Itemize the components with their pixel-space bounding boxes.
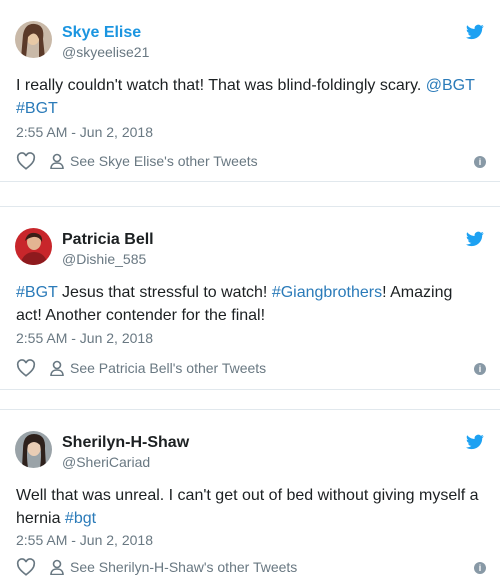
- avatar[interactable]: [15, 228, 52, 265]
- hashtag-link[interactable]: #Giangbrothers: [272, 284, 382, 301]
- tweet-card: Patricia Bell @Dishie_585 #BGT Jesus tha…: [0, 206, 500, 390]
- display-name[interactable]: Sherilyn-H-Shaw: [62, 434, 189, 452]
- tweet-card: Skye Elise @skyeelise21 I really couldn'…: [0, 0, 500, 182]
- see-other-tweets-link[interactable]: See Sherilyn-H-Shaw's other Tweets: [70, 559, 297, 575]
- hashtag-link[interactable]: #BGT: [16, 100, 58, 117]
- heart-icon[interactable]: [16, 152, 36, 170]
- tweet-card: Sherilyn-H-Shaw @SheriCariad Well that w…: [0, 409, 500, 583]
- tweet-text: Well that was unreal. I can't get out of…: [16, 484, 481, 530]
- timestamp-link[interactable]: 2:55 AM - Jun 2, 2018: [16, 124, 153, 140]
- timestamp-link[interactable]: 2:55 AM - Jun 2, 2018: [16, 330, 153, 346]
- timestamp-link[interactable]: 2:55 AM - Jun 2, 2018: [16, 532, 153, 548]
- user-handle[interactable]: @SheriCariad: [62, 454, 150, 470]
- see-other-tweets-link[interactable]: See Skye Elise's other Tweets: [70, 153, 258, 169]
- twitter-bird-icon[interactable]: [466, 434, 484, 450]
- info-icon[interactable]: i: [474, 562, 486, 574]
- heart-icon[interactable]: [16, 359, 36, 377]
- twitter-bird-icon[interactable]: [466, 24, 484, 40]
- info-icon[interactable]: i: [474, 363, 486, 375]
- tweet-feed: Skye Elise @skyeelise21 I really couldn'…: [0, 0, 500, 583]
- info-icon[interactable]: i: [474, 156, 486, 168]
- see-other-tweets-link[interactable]: See Patricia Bell's other Tweets: [70, 360, 266, 376]
- heart-icon[interactable]: [16, 558, 36, 576]
- display-name[interactable]: Patricia Bell: [62, 231, 154, 249]
- text-segment: I really couldn't watch that! That was b…: [16, 77, 426, 94]
- user-handle[interactable]: @Dishie_585: [62, 251, 146, 267]
- text-segment: Jesus that stressful to watch!: [57, 284, 272, 301]
- hashtag-link[interactable]: #bgt: [65, 510, 96, 527]
- tweet-actions: See Skye Elise's other Tweets: [16, 151, 258, 171]
- tweet-actions: See Patricia Bell's other Tweets: [16, 358, 266, 378]
- divider: [0, 390, 500, 409]
- tweet-text: I really couldn't watch that! That was b…: [16, 74, 481, 120]
- twitter-bird-icon[interactable]: [466, 231, 484, 247]
- avatar[interactable]: [15, 431, 52, 468]
- display-name[interactable]: Skye Elise: [62, 24, 141, 42]
- avatar[interactable]: [15, 21, 52, 58]
- user-handle[interactable]: @skyeelise21: [62, 44, 149, 60]
- person-icon: [50, 559, 64, 575]
- mention-link[interactable]: @BGT: [426, 77, 475, 94]
- person-icon: [50, 360, 64, 376]
- person-icon: [50, 153, 64, 169]
- divider: [0, 182, 500, 206]
- hashtag-link[interactable]: #BGT: [16, 284, 58, 301]
- tweet-text: #BGT Jesus that stressful to watch! #Gia…: [16, 281, 481, 327]
- tweet-actions: See Sherilyn-H-Shaw's other Tweets: [16, 557, 297, 577]
